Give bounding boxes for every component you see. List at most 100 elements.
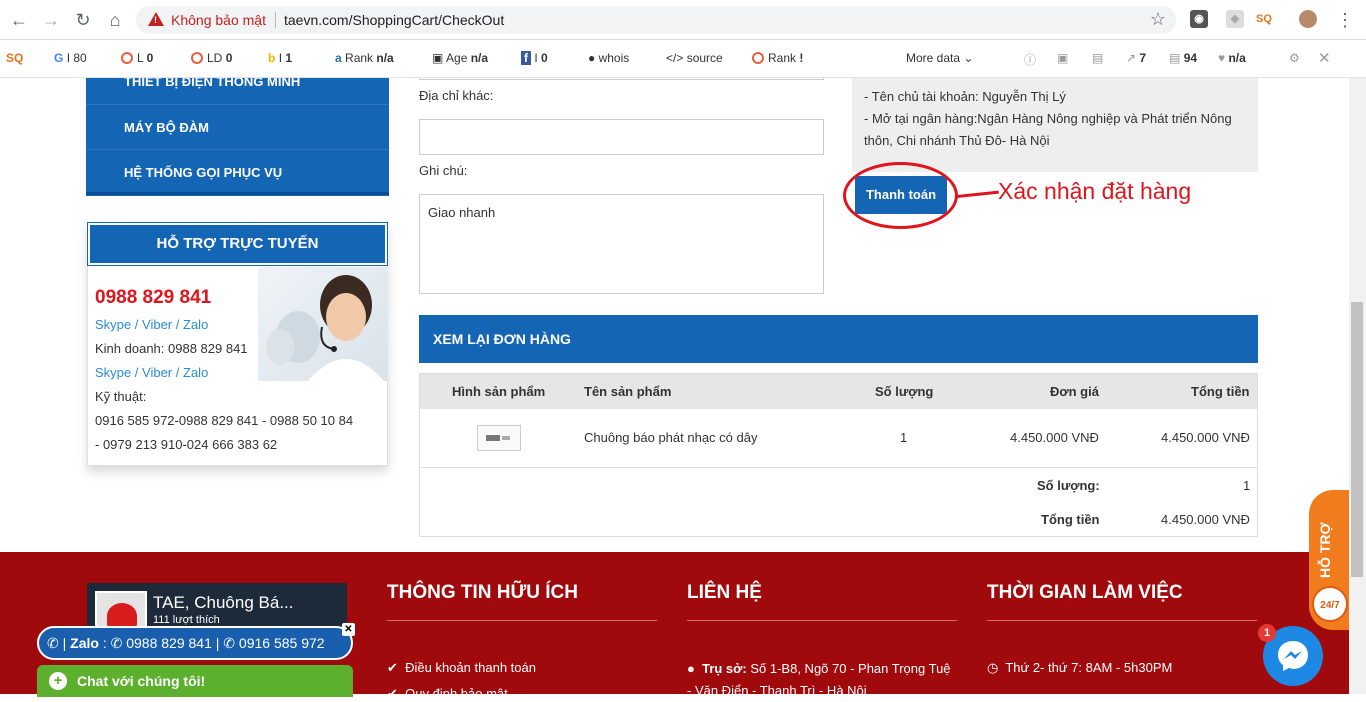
- summary-qty-label: Số lượng:: [1037, 478, 1100, 493]
- useful-info-title: THÔNG TIN HỮU ÍCH: [387, 582, 578, 603]
- circle-icon: [752, 52, 764, 64]
- hotline-number[interactable]: 0988 829 841: [95, 287, 211, 309]
- table-header: Hình sản phẩm Tên sản phẩm Số lượng Đơn …: [420, 374, 1257, 409]
- circle-icon: [121, 52, 133, 64]
- contact-address: ● Trụ sở: Số 1-B8, Ngõ 70 - Phan Trọng T…: [687, 661, 951, 676]
- back-icon[interactable]: ←: [8, 9, 30, 31]
- page-scrollbar[interactable]: [1349, 78, 1366, 694]
- chevron-down-icon: ⌄: [963, 51, 974, 65]
- other-address-input[interactable]: [419, 119, 824, 155]
- heart-metric[interactable]: ♥ n/a: [1218, 51, 1246, 65]
- fanpage-name[interactable]: TAE, Chuông Bá...: [153, 593, 293, 613]
- footer-link-payment[interactable]: ✔ Điều khoản thanh toán: [387, 660, 536, 676]
- header-image: Hình sản phẩm: [452, 384, 546, 399]
- url-text[interactable]: taevn.com/ShoppingCart/CheckOut: [284, 12, 504, 28]
- monitor-icon[interactable]: ▣: [1057, 51, 1068, 65]
- address-bar[interactable]: ! Không bảo mật taevn.com/ShoppingCart/C…: [136, 6, 1176, 34]
- phone-icon: ✆: [223, 635, 236, 651]
- working-hours-title: THỜI GIAN LÀM VIỆC: [987, 582, 1183, 603]
- whois-link[interactable]: ● whois: [588, 51, 629, 65]
- viber-link[interactable]: Viber: [142, 317, 172, 332]
- support-247-icon: 24/7: [1312, 586, 1348, 622]
- bank-info-box: - Tên chủ tài khoản: Nguyễn Thị Lý - Mở …: [852, 78, 1258, 172]
- annotation-circle: [843, 162, 958, 229]
- info-icon[interactable]: ⓘ: [1024, 51, 1036, 68]
- zalo-link[interactable]: Zalo: [183, 317, 208, 332]
- reload-icon[interactable]: ↻: [72, 9, 94, 31]
- doc-icon[interactable]: ▤: [1092, 51, 1103, 65]
- phone-icon: ✆: [110, 635, 123, 651]
- product-thumbnail[interactable]: [477, 425, 521, 451]
- bing-index[interactable]: b I 1: [268, 51, 292, 65]
- online-support-box: HỖ TRỢ TRỰC TUYẾN 0988 829 841 Skype / V…: [87, 222, 388, 466]
- menu-item-call-system[interactable]: HỆ THỐNG GỌI PHỤC VỤ: [86, 150, 389, 195]
- plus-icon: +: [49, 672, 67, 690]
- product-total: 4.450.000 VNĐ: [1161, 430, 1250, 445]
- tech-phones-1: 0916 585 972-0988 829 841 - 0988 50 10 8…: [95, 413, 354, 428]
- scrollbar-thumb[interactable]: [1351, 302, 1363, 577]
- insecure-label[interactable]: Không bảo mật: [171, 12, 266, 28]
- external-links-metric[interactable]: ↗ 7: [1126, 51, 1146, 65]
- category-menu: THIẾT BỊ ĐIỆN THÔNG MINH MÁY BỘ ĐÀM HỆ T…: [86, 78, 389, 196]
- menu-item-smart-devices[interactable]: THIẾT BỊ ĐIỆN THÔNG MINH: [86, 78, 389, 105]
- menu-icon[interactable]: ⋮: [1334, 9, 1356, 31]
- check-icon: ✔: [387, 660, 398, 675]
- product-price: 4.450.000 VNĐ: [1010, 430, 1099, 445]
- close-icon[interactable]: ✕: [342, 623, 355, 636]
- skype-link[interactable]: Skype: [95, 365, 131, 380]
- map-pin-icon: ●: [687, 661, 695, 676]
- links-metric[interactable]: L 0: [121, 51, 153, 65]
- product-qty: 1: [900, 430, 908, 445]
- note-label: Ghi chú:: [419, 163, 468, 178]
- sales-phone: Kinh doanh: 0988 829 841: [95, 341, 248, 356]
- header-qty: Số lượng: [875, 384, 934, 399]
- source-link[interactable]: </> source: [666, 51, 723, 65]
- note-textarea[interactable]: Giao nhanh: [419, 194, 824, 294]
- viber-link[interactable]: Viber: [142, 365, 172, 380]
- zalo-hotline-bar[interactable]: ✆ | Zalo : ✆ 0988 829 841 | ✆ 0916 585 9…: [37, 626, 353, 660]
- notification-badge: 1: [1258, 624, 1276, 642]
- shield-extension-icon[interactable]: ◆: [1226, 10, 1244, 28]
- calendar-icon: ▣: [432, 51, 444, 65]
- footer-link-privacy[interactable]: ✔ Quy định bảo mật: [387, 686, 508, 702]
- summary-total-label: Tổng tiền: [1041, 512, 1100, 527]
- more-data-button[interactable]: More data ⌄: [906, 51, 973, 65]
- tech-phones-2: - 0979 213 910-024 666 383 62: [95, 437, 278, 452]
- facebook-icon: f: [521, 51, 531, 65]
- zalo-phone-1[interactable]: 0988 829 841: [126, 635, 212, 651]
- chat-widget-button[interactable]: + Chat với chúng tôi!: [37, 665, 353, 697]
- rank-metric[interactable]: a Rank n/a: [335, 51, 394, 65]
- product-name[interactable]: Chuông báo phát nhạc có dây: [584, 430, 757, 445]
- avatar[interactable]: [1299, 10, 1317, 28]
- seoquake-icon[interactable]: SQ: [1255, 10, 1273, 28]
- gear-icon[interactable]: ⚙: [1289, 51, 1300, 65]
- summary-total: 4.450.000 VNĐ: [1161, 512, 1250, 527]
- rank2-metric[interactable]: Rank !: [752, 51, 803, 65]
- code-icon: </>: [666, 51, 684, 65]
- summary-qty: 1: [1243, 478, 1251, 493]
- pages-metric[interactable]: ▤ 94: [1169, 51, 1197, 65]
- extension-icon[interactable]: ◉: [1190, 10, 1208, 28]
- header-name: Tên sản phẩm: [584, 384, 672, 399]
- contact-title: LIÊN HỆ: [687, 582, 762, 603]
- header-price: Đơn giá: [1050, 384, 1099, 399]
- close-icon[interactable]: ✕: [1318, 49, 1331, 67]
- menu-item-walkie-talkie[interactable]: MÁY BỘ ĐÀM: [86, 105, 389, 150]
- facebook-metric[interactable]: f I 0: [521, 51, 548, 65]
- rank-icon: a: [335, 51, 342, 65]
- order-review-title: XEM LẠI ĐƠN HÀNG: [419, 315, 1258, 363]
- bookmark-star-icon[interactable]: ☆: [1150, 9, 1166, 30]
- home-icon[interactable]: ⌂: [104, 9, 126, 31]
- ld-metric[interactable]: LD 0: [191, 51, 232, 65]
- zalo-phone-2[interactable]: 0916 585 972: [239, 635, 325, 651]
- zalo-link[interactable]: Zalo: [183, 365, 208, 380]
- skype-link[interactable]: Skype: [95, 317, 131, 332]
- age-metric[interactable]: ▣ Age n/a: [432, 51, 488, 65]
- forward-icon[interactable]: →: [40, 9, 62, 31]
- google-icon: G: [54, 51, 64, 65]
- bank-name-2: thôn, Chi nhánh Thủ Đô- Hà Nội: [864, 133, 1050, 148]
- contact-links-1: Skype / Viber / Zalo: [95, 317, 209, 332]
- google-index[interactable]: G I 80: [54, 51, 87, 65]
- phone-icon: ✆: [47, 635, 59, 651]
- other-address-label: Địa chỉ khác:: [419, 88, 494, 103]
